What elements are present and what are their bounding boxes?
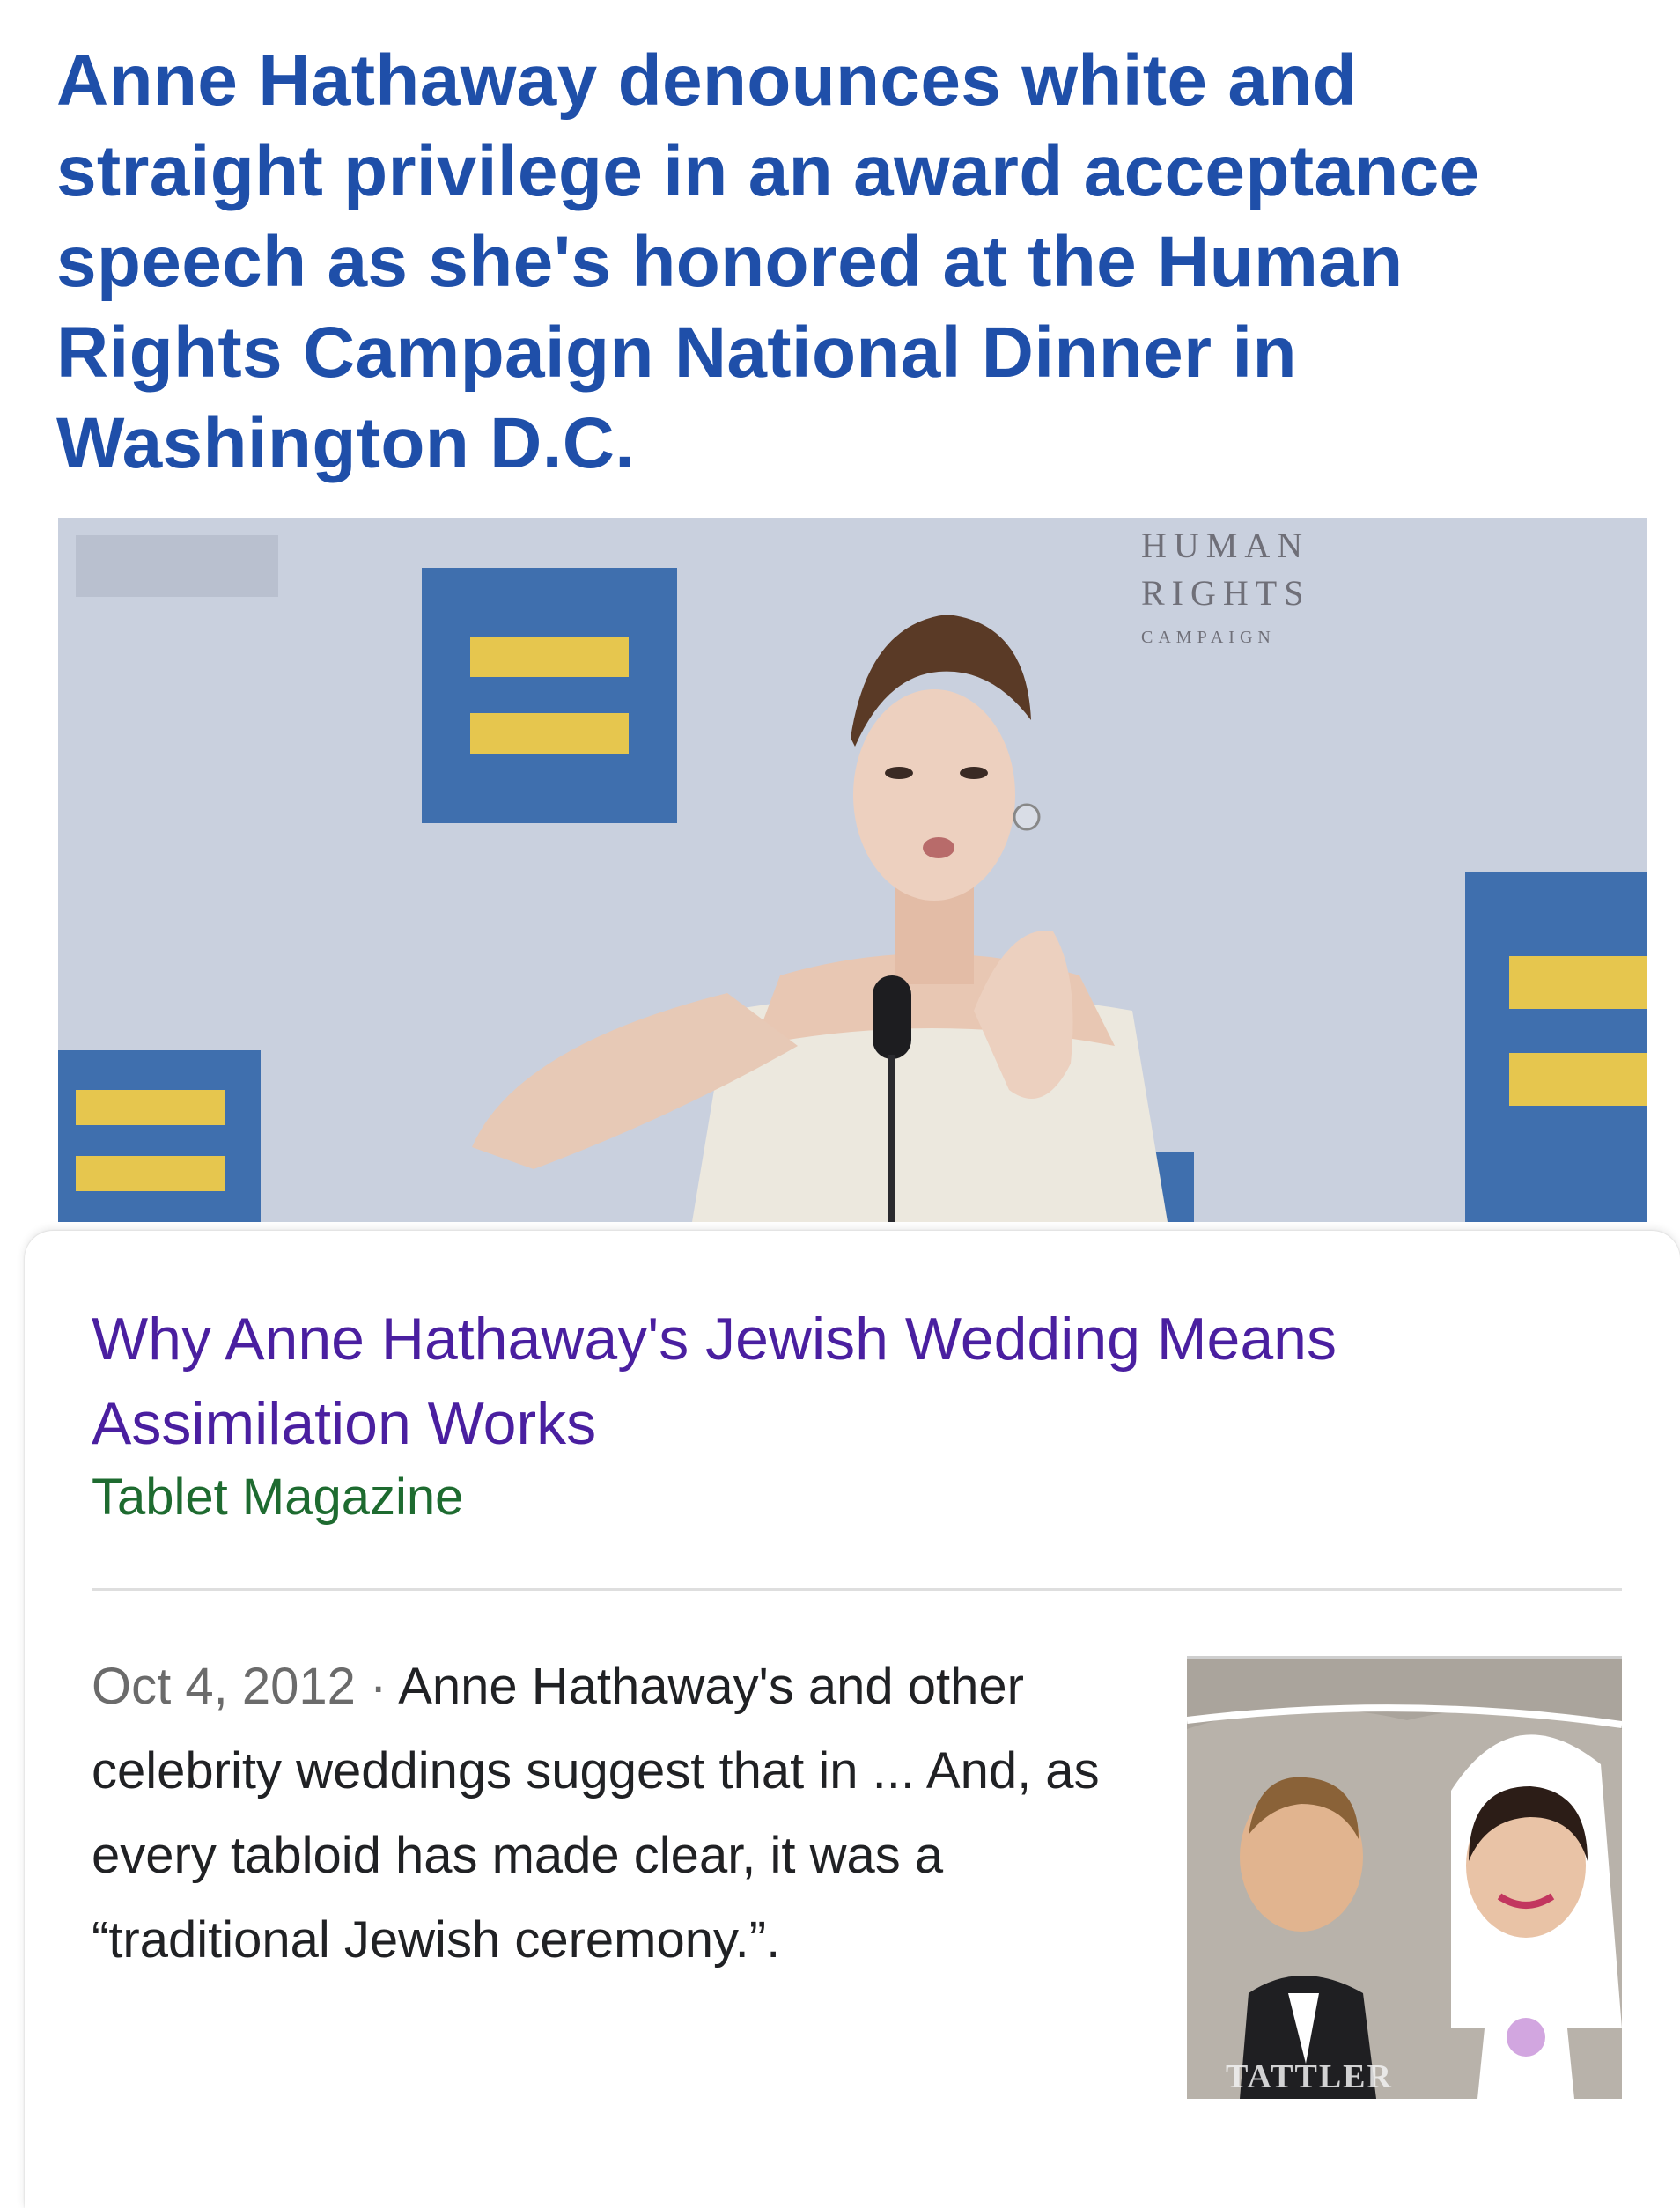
article-photo[interactable]: HUMAN RIGHTS CAMPAIGN <box>58 518 1647 1222</box>
article-headline[interactable]: Anne Hathaway denounces white and straig… <box>56 35 1571 489</box>
hrc-logo-icon <box>422 568 677 823</box>
search-result-card[interactable]: Why Anne Hathaway's Jewish Wedding Means… <box>25 1231 1680 2208</box>
hrc-logo-icon <box>58 1050 261 1222</box>
wordmark-line-1: HUMAN <box>1141 526 1310 565</box>
thumbnail-watermark: TATTLER <box>1226 2058 1393 2095</box>
date-separator: · <box>355 1658 399 1715</box>
wordmark-line-3: CAMPAIGN <box>1141 628 1276 647</box>
hrc-wordmark: HUMAN RIGHTS CAMPAIGN <box>1141 526 1311 647</box>
result-title-link[interactable]: Why Anne Hathaway's Jewish Wedding Means… <box>92 1297 1588 1466</box>
speaker-at-podium-image <box>58 518 1647 1222</box>
result-source[interactable]: Tablet Magazine <box>92 1467 463 1528</box>
result-thumbnail[interactable]: TATTLER <box>1187 1656 1622 2099</box>
wedding-cartoon-image <box>1187 1659 1622 2099</box>
result-date: Oct 4, 2012 <box>92 1658 356 1715</box>
result-snippet: Oct 4, 2012 · Anne Hathaway's and other … <box>92 1645 1139 1983</box>
wordmark-line-2: RIGHTS <box>1141 573 1311 613</box>
microphone-icon <box>873 975 911 1059</box>
hrc-logo-icon <box>1465 872 1647 1222</box>
divider <box>92 1588 1622 1591</box>
